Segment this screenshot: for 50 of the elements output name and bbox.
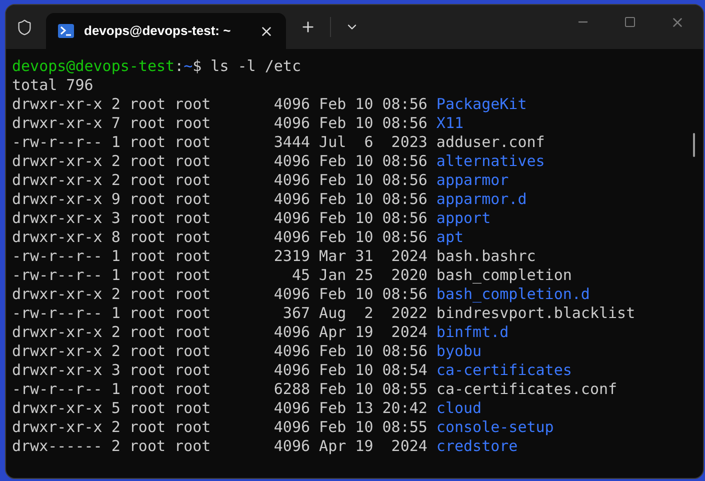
tab[interactable]: devops@devops-test: ~ bbox=[46, 13, 286, 49]
file-listing: drwxr-xr-x 2 root root 4096 Feb 10 08:56 bbox=[12, 342, 428, 361]
directory-name: alternatives bbox=[436, 152, 545, 171]
tab-title: devops@devops-test: ~ bbox=[84, 22, 232, 40]
scrollbar-thumb[interactable] bbox=[693, 133, 695, 157]
directory-name: apparmor bbox=[436, 171, 509, 190]
prompt-separator: : bbox=[174, 57, 184, 76]
prompt-path: ~ bbox=[184, 57, 193, 76]
file-listing: drwxr-xr-x 8 root root 4096 Feb 10 08:56 bbox=[12, 228, 428, 247]
file-listing: -rw-r--r-- 1 root root 3444 Jul 6 2023 bbox=[12, 133, 428, 152]
directory-name: bash_completion.d bbox=[436, 285, 590, 304]
file-listing: -rw-r--r-- 1 root root 45 Jan 25 2020 bbox=[12, 266, 428, 285]
file-name: bash.bashrc bbox=[436, 247, 536, 266]
directory-name: apparmor.d bbox=[436, 190, 527, 209]
file-listing: -rw-r--r-- 1 root root 6288 Feb 10 08:55 bbox=[12, 380, 428, 399]
directory-name: apport bbox=[436, 209, 491, 228]
file-name: adduser.conf bbox=[436, 133, 545, 152]
file-listing: drwxr-xr-x 2 root root 4096 Apr 19 2024 bbox=[12, 323, 428, 342]
prompt-user-host: devops@devops-test bbox=[12, 57, 175, 76]
file-name: bindresvport.blacklist bbox=[436, 304, 636, 323]
new-tab-icon[interactable] bbox=[300, 19, 316, 35]
directory-name: console-setup bbox=[436, 418, 554, 437]
directory-name: apt bbox=[436, 228, 464, 247]
file-listing: drwxr-xr-x 7 root root 4096 Feb 10 08:56 bbox=[12, 114, 428, 133]
output-total: total 796 bbox=[12, 76, 94, 95]
directory-name: PackageKit bbox=[436, 95, 527, 114]
file-name: bash_completion bbox=[436, 266, 572, 285]
directory-name: byobu bbox=[436, 342, 482, 361]
directory-name: ca-certificates bbox=[436, 361, 572, 380]
directory-name: binfmt.d bbox=[436, 323, 509, 342]
file-listing: drwxr-xr-x 2 root root 4096 Feb 10 08:56 bbox=[12, 171, 428, 190]
directory-name: credstore bbox=[436, 437, 518, 456]
shield-icon[interactable] bbox=[16, 18, 33, 36]
file-listing: drwxr-xr-x 2 root root 4096 Feb 10 08:56 bbox=[12, 95, 428, 114]
file-listing: drwxr-xr-x 2 root root 4096 Feb 10 08:56 bbox=[12, 152, 428, 171]
directory-name: cloud bbox=[436, 399, 482, 418]
file-listing: drwxr-xr-x 2 root root 4096 Feb 10 08:56 bbox=[12, 285, 428, 304]
file-listing: drwxr-xr-x 3 root root 4096 Feb 10 08:56 bbox=[12, 209, 428, 228]
file-name: ca-certificates.conf bbox=[436, 380, 618, 399]
file-listing: drwxr-xr-x 5 root root 4096 Feb 13 20:42 bbox=[12, 399, 428, 418]
maximize-icon[interactable] bbox=[624, 16, 636, 28]
command-text: $ ls -l /etc bbox=[192, 57, 301, 76]
file-listing: drwxr-xr-x 2 root root 4096 Feb 10 08:55 bbox=[12, 418, 428, 437]
file-listing: drwx------ 2 root root 4096 Apr 19 2024 bbox=[12, 437, 428, 456]
directory-name: X11 bbox=[436, 114, 464, 133]
file-listing: -rw-r--r-- 1 root root 367 Aug 2 2022 bbox=[12, 304, 428, 323]
file-listing: drwxr-xr-x 3 root root 4096 Feb 10 08:54 bbox=[12, 361, 428, 380]
file-listing: -rw-r--r-- 1 root root 2319 Mar 31 2024 bbox=[12, 247, 428, 266]
terminal-prompt-icon bbox=[58, 24, 74, 38]
file-listing: drwxr-xr-x 9 root root 4096 Feb 10 08:56 bbox=[12, 190, 428, 209]
